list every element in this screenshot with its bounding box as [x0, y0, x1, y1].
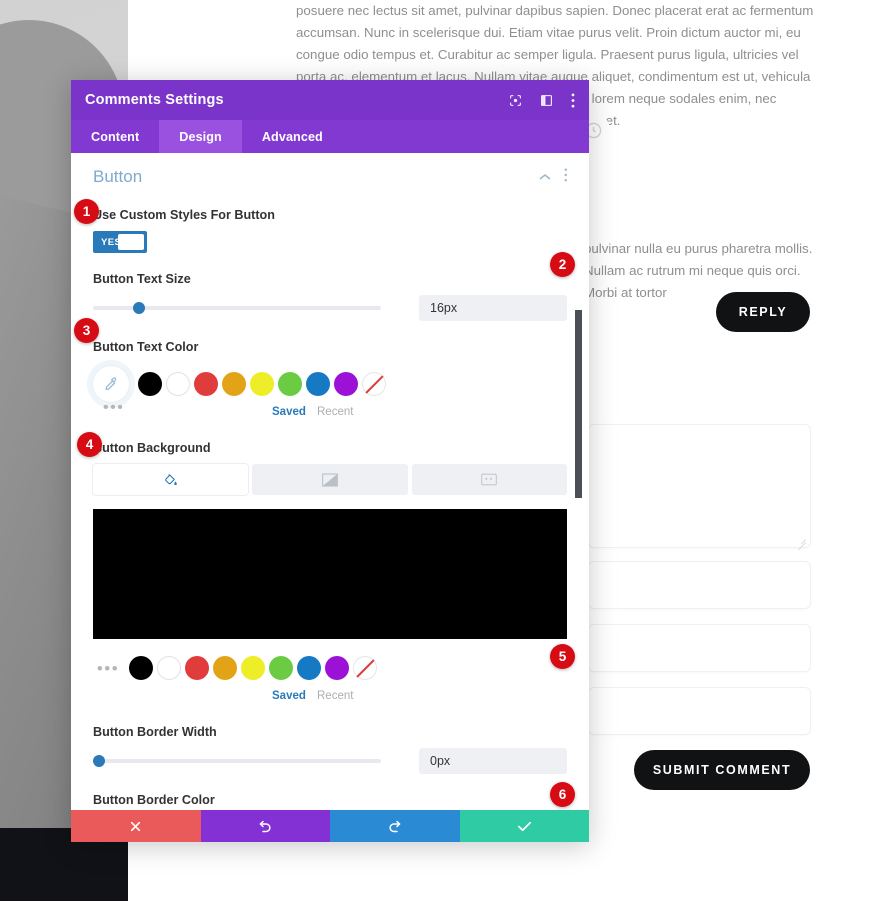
tab-design[interactable]: Design [159, 120, 242, 153]
modal-tabs: Content Design Advanced [71, 120, 589, 153]
button-background-subrow: Saved Recent [93, 686, 567, 706]
callout-badge-5: 5 [550, 644, 575, 669]
ellipsis-icon[interactable]: ••• [103, 400, 124, 416]
button-text-size-value[interactable]: 16px [419, 295, 567, 321]
resize-handle[interactable] [796, 534, 806, 544]
callout-badge-6: 6 [550, 782, 575, 807]
saved-link[interactable]: Saved [272, 406, 306, 418]
swatch-black[interactable] [129, 656, 153, 680]
callout-badge-1: 1 [74, 199, 99, 224]
label-button-border-width: Button Border Width [93, 725, 217, 739]
section-title: Button [93, 167, 143, 186]
swatch-blue[interactable] [306, 372, 330, 396]
button-border-width-value[interactable]: 0px [419, 748, 567, 774]
saved-link[interactable]: Saved [272, 690, 306, 702]
recent-link[interactable]: Recent [317, 690, 353, 702]
swatch-none[interactable] [353, 656, 377, 680]
background-ellipsis-icon[interactable]: ••• [93, 660, 123, 677]
section-more-vertical-icon[interactable] [564, 168, 568, 187]
paint-bucket-icon[interactable] [93, 464, 249, 495]
redo-button[interactable] [330, 810, 460, 842]
label-button-background: Button Background [93, 441, 211, 455]
button-text-size-slider[interactable] [93, 302, 381, 314]
undo-button[interactable] [200, 810, 330, 842]
comment-website-field[interactable] [589, 688, 810, 734]
comment-email-field[interactable] [589, 625, 810, 671]
button-text-color-subrow: ••• Saved Recent [93, 400, 567, 422]
scrollbar-thumb[interactable] [575, 310, 582, 498]
chevron-up-icon[interactable] [539, 168, 551, 186]
swatch-white[interactable] [166, 372, 190, 396]
swatch-red[interactable] [185, 656, 209, 680]
save-button[interactable] [459, 810, 589, 842]
label-button-text-color: Button Text Color [93, 340, 199, 354]
tab-advanced[interactable]: Advanced [242, 120, 343, 153]
section-header-button: Button [93, 153, 567, 189]
modal-scrollbar[interactable] [575, 153, 586, 810]
callout-badge-4: 4 [77, 432, 102, 457]
button-border-width-row: 0px [92, 748, 567, 774]
cancel-button[interactable] [71, 810, 201, 842]
submit-comment-button[interactable]: SUBMIT COMMENT [634, 750, 810, 790]
comments-settings-modal: Comments Settings Content Design Advance… [71, 80, 589, 842]
modal-action-bar [71, 810, 589, 842]
swatch-purple[interactable] [334, 372, 358, 396]
modal-body: Button Use Custom Styles For Button YES … [71, 153, 589, 810]
button-background-type-tabs [93, 464, 567, 495]
modal-title: Comments Settings [85, 92, 224, 108]
swatch-yellow[interactable] [250, 372, 274, 396]
panel-layout-icon[interactable] [540, 94, 553, 107]
swatch-blue[interactable] [297, 656, 321, 680]
use-custom-styles-row: YES [93, 231, 567, 253]
comment-message-field[interactable] [589, 425, 810, 547]
swatch-none[interactable] [362, 372, 386, 396]
button-background-color-preview[interactable] [93, 509, 567, 639]
more-vertical-icon[interactable] [571, 92, 575, 108]
swatch-black[interactable] [138, 372, 162, 396]
swatch-orange[interactable] [213, 656, 237, 680]
label-button-text-size: Button Text Size [93, 272, 191, 286]
swatch-yellow[interactable] [241, 656, 265, 680]
swatch-red[interactable] [194, 372, 218, 396]
swatch-green[interactable] [269, 656, 293, 680]
button-text-color-palette [93, 363, 567, 405]
eyedropper-icon[interactable] [93, 366, 129, 402]
slider-knob[interactable] [92, 755, 105, 767]
swatch-orange[interactable] [222, 372, 246, 396]
image-icon[interactable] [411, 464, 567, 495]
tab-content[interactable]: Content [71, 120, 159, 153]
use-custom-styles-toggle[interactable]: YES [93, 231, 147, 253]
swatch-white[interactable] [157, 656, 181, 680]
comment-name-field[interactable] [589, 562, 810, 608]
label-button-border-color: Button Border Color [93, 793, 215, 807]
modal-header: Comments Settings [71, 80, 589, 120]
button-background-palette: ••• [93, 647, 567, 689]
slider-knob[interactable] [133, 302, 146, 314]
gradient-icon[interactable] [252, 464, 408, 495]
label-use-custom-styles: Use Custom Styles For Button [93, 208, 275, 222]
target-icon[interactable] [509, 94, 522, 107]
reply-button[interactable]: REPLY [716, 292, 810, 332]
recent-link[interactable]: Recent [317, 406, 353, 418]
callout-badge-2: 2 [550, 252, 575, 277]
button-text-size-row: 16px [93, 295, 567, 321]
toggle-knob[interactable] [118, 234, 144, 250]
swatch-purple[interactable] [325, 656, 349, 680]
swatch-green[interactable] [278, 372, 302, 396]
callout-badge-3: 3 [74, 318, 99, 343]
button-border-width-slider[interactable] [92, 755, 381, 767]
